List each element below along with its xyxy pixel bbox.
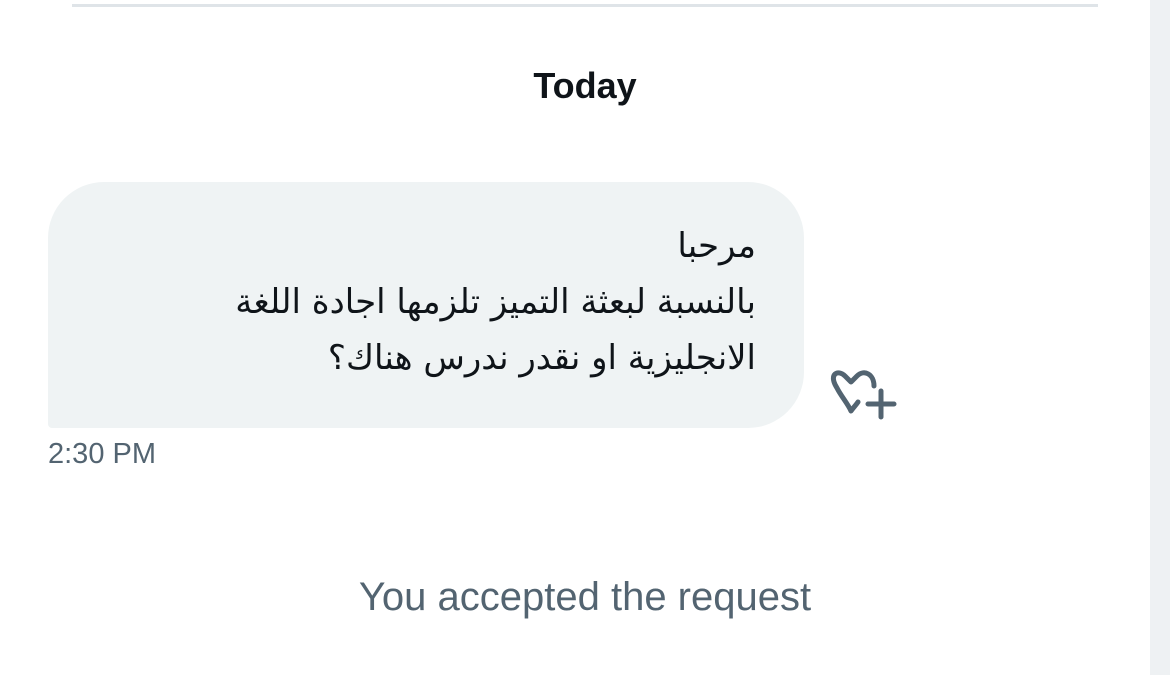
message-bubble[interactable]: مرحبا بالنسبة لبعثة التميز تلزمها اجادة … <box>48 182 804 428</box>
message-timestamp: 2:30 PM <box>48 438 156 470</box>
request-accepted-notice: You accepted the request <box>358 575 812 619</box>
heart-plus-icon <box>830 370 897 420</box>
add-reaction-button[interactable] <box>830 364 900 426</box>
top-divider <box>72 4 1098 7</box>
date-header: Today <box>533 65 637 106</box>
message-text: مرحبا بالنسبة لبعثة التميز تلزمها اجادة … <box>235 226 756 378</box>
